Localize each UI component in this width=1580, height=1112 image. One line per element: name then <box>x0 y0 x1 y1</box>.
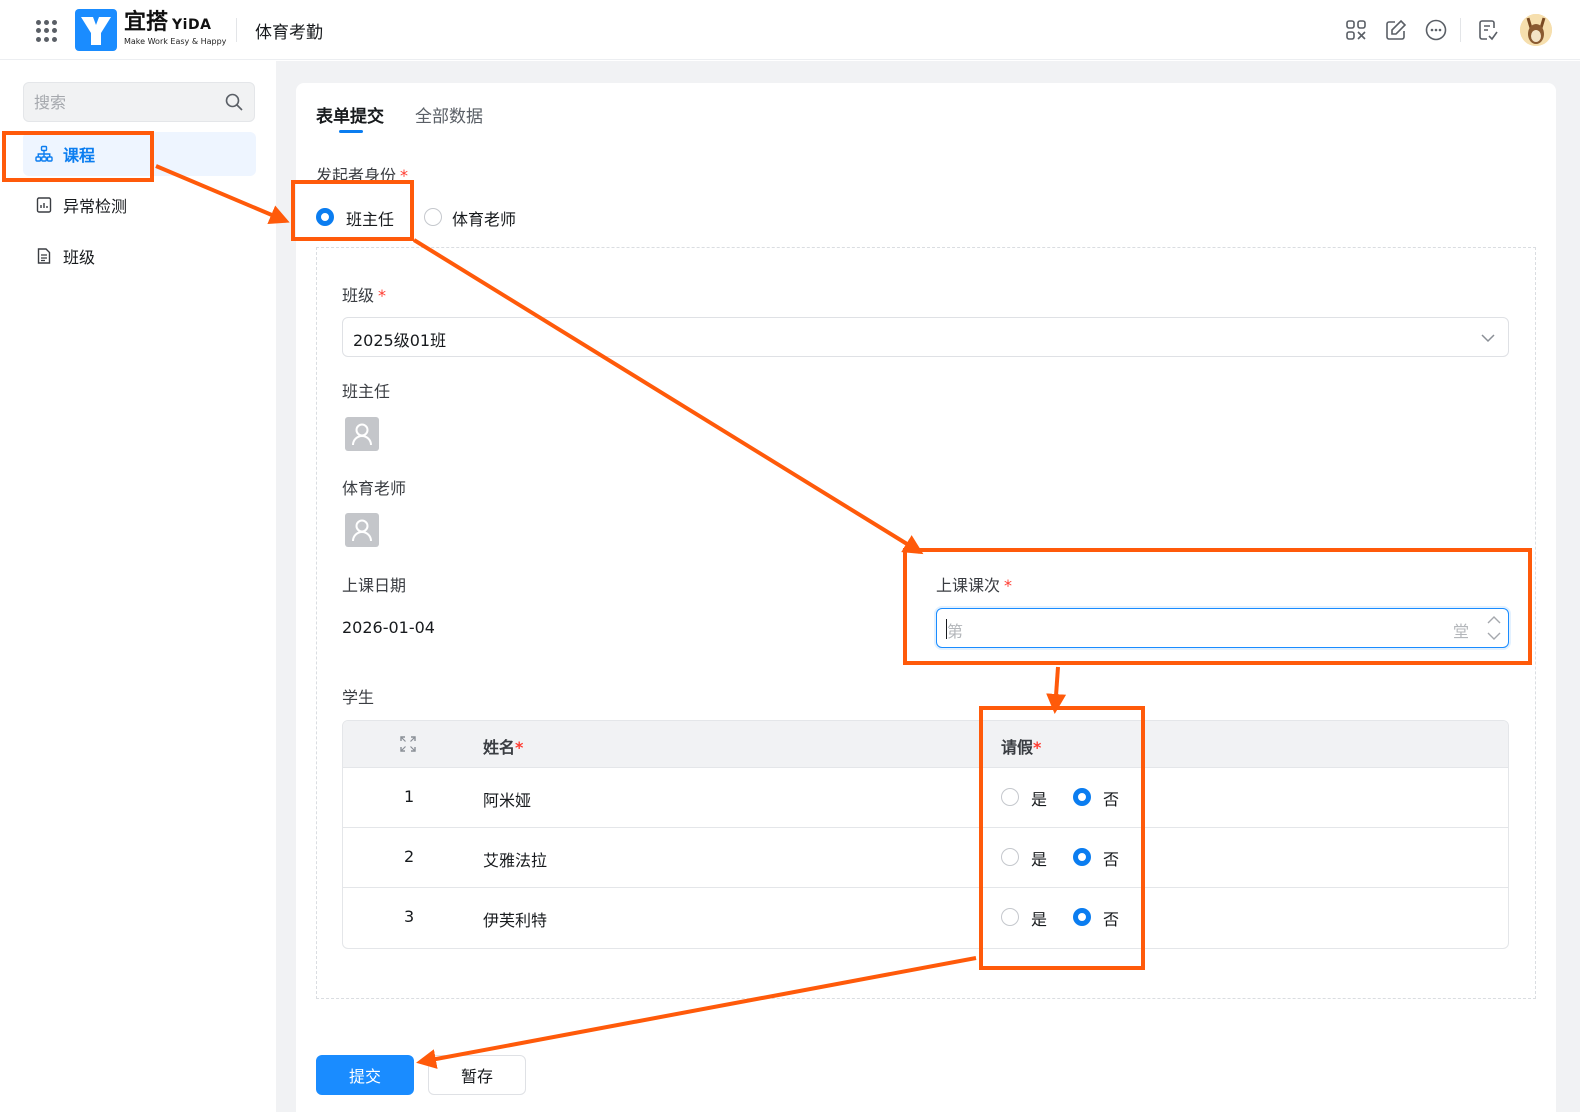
header-divider <box>236 18 237 42</box>
student-name: 伊芙利特 <box>483 911 548 930</box>
annotation-box-leave <box>979 706 1145 970</box>
row-index: 3 <box>404 907 415 926</box>
table-row: 1 阿米娅 是 否 <box>343 768 1508 828</box>
edit-icon[interactable] <box>1384 18 1408 42</box>
grid-apps-icon[interactable] <box>36 20 58 42</box>
search-icon[interactable] <box>224 92 244 112</box>
chevron-down-icon <box>1481 334 1495 343</box>
column-header-name: 姓名* <box>483 738 524 757</box>
class-select-value: 2025级01班 <box>353 331 447 350</box>
head-teacher-user-icon[interactable] <box>345 417 379 451</box>
report-icon <box>36 197 52 213</box>
table-row: 2 艾雅法拉 是 否 <box>343 828 1508 888</box>
yida-logo-icon <box>75 9 117 51</box>
search-box[interactable] <box>23 82 255 122</box>
row-index: 1 <box>404 787 415 806</box>
header-separator <box>1460 18 1461 42</box>
class-label: 班级 * <box>342 286 387 305</box>
document-icon <box>37 248 51 264</box>
tab-underline <box>339 130 363 133</box>
students-label: 学生 <box>342 688 375 707</box>
pe-teacher-label: 体育老师 <box>342 479 407 498</box>
students-table: 姓名* 请假* 1 阿米娅 是 否 2 艾雅法拉 是 否 3 伊芙利特 是 否 <box>342 720 1509 949</box>
student-name: 阿米娅 <box>483 791 532 810</box>
initiator-option-label[interactable]: 体育老师 <box>452 206 516 230</box>
sidebar-item-class[interactable]: 班级 <box>23 234 256 278</box>
search-input[interactable] <box>34 91 214 113</box>
more-icon[interactable] <box>1424 18 1448 42</box>
tab-form-submit[interactable]: 表单提交 <box>316 102 384 127</box>
sidebar-item-anomaly[interactable]: 异常检测 <box>23 183 256 227</box>
class-select[interactable]: 2025级01班 <box>342 317 1509 357</box>
sidebar: 课程 异常检测 班级 <box>0 61 276 1112</box>
todo-icon[interactable] <box>1476 18 1500 42</box>
app-title: 体育考勤 <box>255 23 323 43</box>
sidebar-item-label: 异常检测 <box>63 197 128 216</box>
expand-icon[interactable] <box>399 735 417 753</box>
logo-text: 宜搭 YiDA <box>124 10 212 35</box>
date-label: 上课日期 <box>342 576 407 595</box>
student-name: 艾雅法拉 <box>483 851 548 870</box>
logo-slogan: Make Work Easy & Happy <box>124 37 227 46</box>
tab-all-data[interactable]: 全部数据 <box>415 102 483 127</box>
table-header: 姓名* 请假* <box>343 721 1508 768</box>
row-index: 2 <box>404 847 415 866</box>
submit-button[interactable]: 提交 <box>316 1055 414 1095</box>
annotation-box-course <box>2 131 154 182</box>
qr-scan-icon[interactable] <box>1344 18 1368 42</box>
annotation-box-session <box>903 548 1532 665</box>
save-draft-button[interactable]: 暂存 <box>428 1055 526 1095</box>
initiator-radio-pe-teacher[interactable] <box>424 208 442 226</box>
sidebar-item-label: 班级 <box>63 248 96 267</box>
annotation-box-initiator <box>291 180 414 241</box>
top-header: 宜搭 YiDA Make Work Easy & Happy 体育考勤 <box>0 0 1580 60</box>
date-value: 2026-01-04 <box>342 618 435 637</box>
pe-teacher-user-icon[interactable] <box>345 513 379 547</box>
head-teacher-label: 班主任 <box>342 382 391 401</box>
table-row: 3 伊芙利特 是 否 <box>343 888 1508 948</box>
avatar[interactable] <box>1520 14 1552 46</box>
